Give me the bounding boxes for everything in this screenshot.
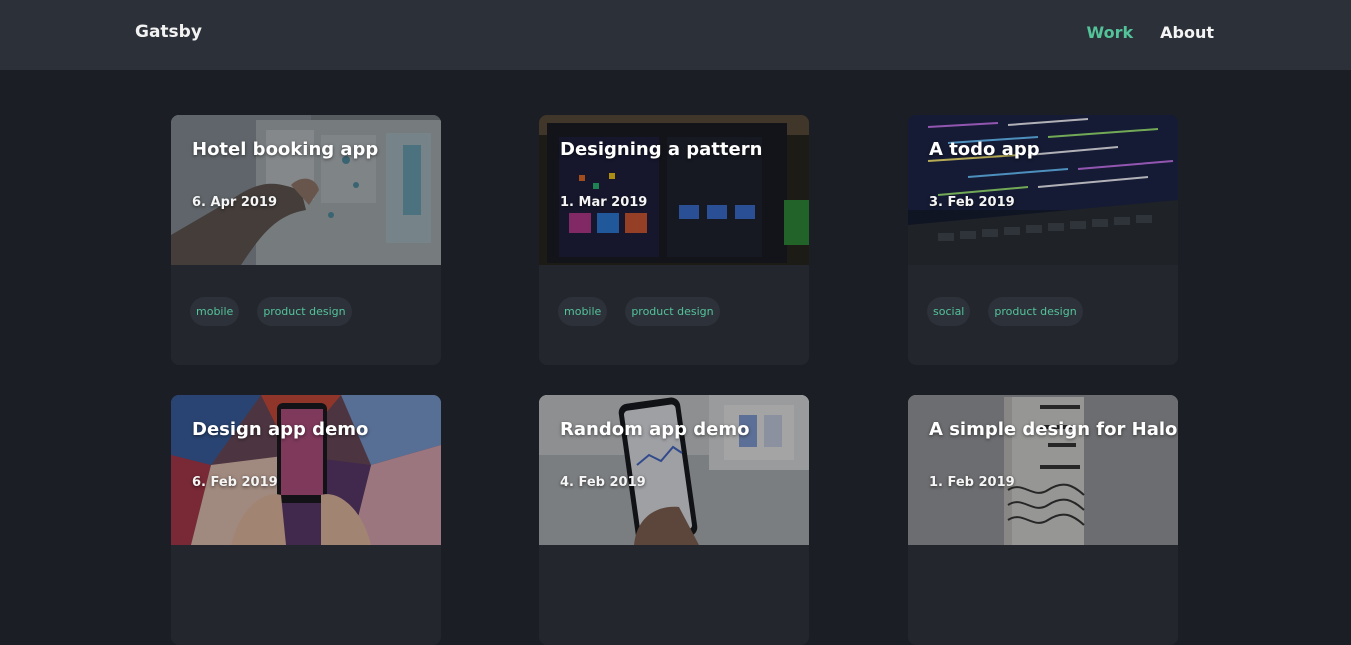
- project-title: A todo app: [929, 139, 1040, 160]
- project-title: Random app demo: [560, 419, 750, 440]
- project-date: 6. Apr 2019: [192, 195, 277, 210]
- project-title: A simple design for Halo: [929, 419, 1178, 440]
- nav-work[interactable]: Work: [1087, 23, 1134, 42]
- tag-mobile[interactable]: mobile: [558, 297, 608, 326]
- tag-list: mobile product design: [190, 297, 352, 326]
- tag-mobile[interactable]: mobile: [190, 297, 240, 326]
- tag-product-design[interactable]: product design: [257, 297, 352, 326]
- main-nav: Work About: [1087, 23, 1214, 42]
- brand-link[interactable]: Gatsby: [135, 22, 202, 42]
- tag-product-design[interactable]: product design: [988, 297, 1083, 326]
- tag-list: mobile product design: [558, 297, 720, 326]
- project-image: Hotel booking app 6. Apr 2019: [171, 115, 441, 265]
- project-image: A simple design for Halo 1. Feb 2019: [908, 395, 1178, 545]
- site-header: Gatsby Work About: [0, 0, 1351, 70]
- nav-about[interactable]: About: [1160, 23, 1214, 42]
- project-date: 3. Feb 2019: [929, 195, 1015, 210]
- project-card-random-app-demo[interactable]: Random app demo 4. Feb 2019: [539, 395, 809, 645]
- project-title: Designing a pattern: [560, 139, 763, 160]
- project-card-designing-pattern[interactable]: Designing a pattern 1. Mar 2019 mobile p…: [539, 115, 809, 365]
- tag-social[interactable]: social: [927, 297, 971, 326]
- project-title: Hotel booking app: [192, 139, 379, 160]
- project-card-todo-app[interactable]: A todo app 3. Feb 2019 social product de…: [908, 115, 1178, 365]
- project-image: A todo app 3. Feb 2019: [908, 115, 1178, 265]
- project-date: 4. Feb 2019: [560, 475, 646, 490]
- project-card-hotel-booking[interactable]: Hotel booking app 6. Apr 2019 mobile pro…: [171, 115, 441, 365]
- project-image: Designing a pattern 1. Mar 2019: [539, 115, 809, 265]
- project-image: Design app demo 6. Feb 2019: [171, 395, 441, 545]
- project-card-design-app-demo[interactable]: Design app demo 6. Feb 2019: [171, 395, 441, 645]
- project-card-halo[interactable]: A simple design for Halo 1. Feb 2019: [908, 395, 1178, 645]
- tag-product-design[interactable]: product design: [625, 297, 720, 326]
- tag-list: social product design: [927, 297, 1083, 326]
- project-date: 1. Feb 2019: [929, 475, 1015, 490]
- project-date: 1. Mar 2019: [560, 195, 648, 210]
- project-image: Random app demo 4. Feb 2019: [539, 395, 809, 545]
- project-date: 6. Feb 2019: [192, 475, 278, 490]
- project-title: Design app demo: [192, 419, 369, 440]
